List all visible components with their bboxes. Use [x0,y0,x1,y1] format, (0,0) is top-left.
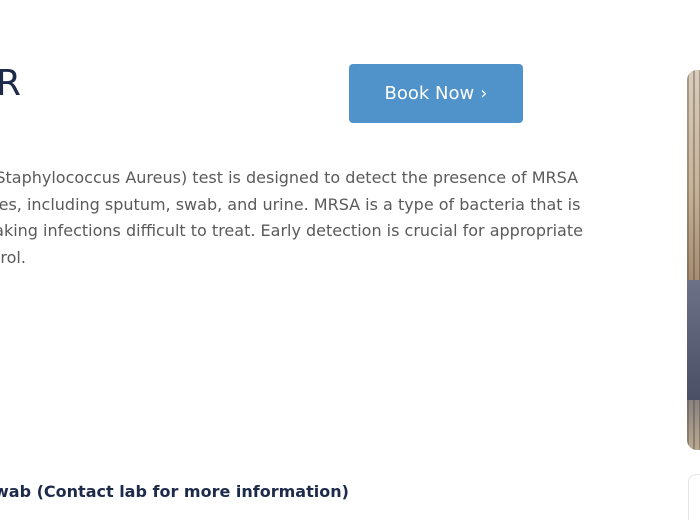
chevron-right-icon: › [480,82,488,104]
book-now-button[interactable]: Book Now › [349,64,523,123]
description-line: naking infections difficult to treat. Ea… [0,221,583,240]
photo-chair [687,280,700,400]
side-card [688,474,700,520]
page-title: R [0,63,22,104]
page: R Book Now › t Staphylococcus Aureus) te… [0,0,700,520]
book-now-label: Book Now [384,83,475,104]
test-description: t Staphylococcus Aureus) test is designe… [0,165,624,271]
sample-type-text: wab (Contact lab for more information) [0,482,349,501]
description-line: t Staphylococcus Aureus) test is designe… [0,168,579,187]
description-line: ntrol. [0,247,26,267]
description-line: ples, including sputum, swab, and urine.… [0,194,581,214]
clinic-photo [687,70,700,450]
